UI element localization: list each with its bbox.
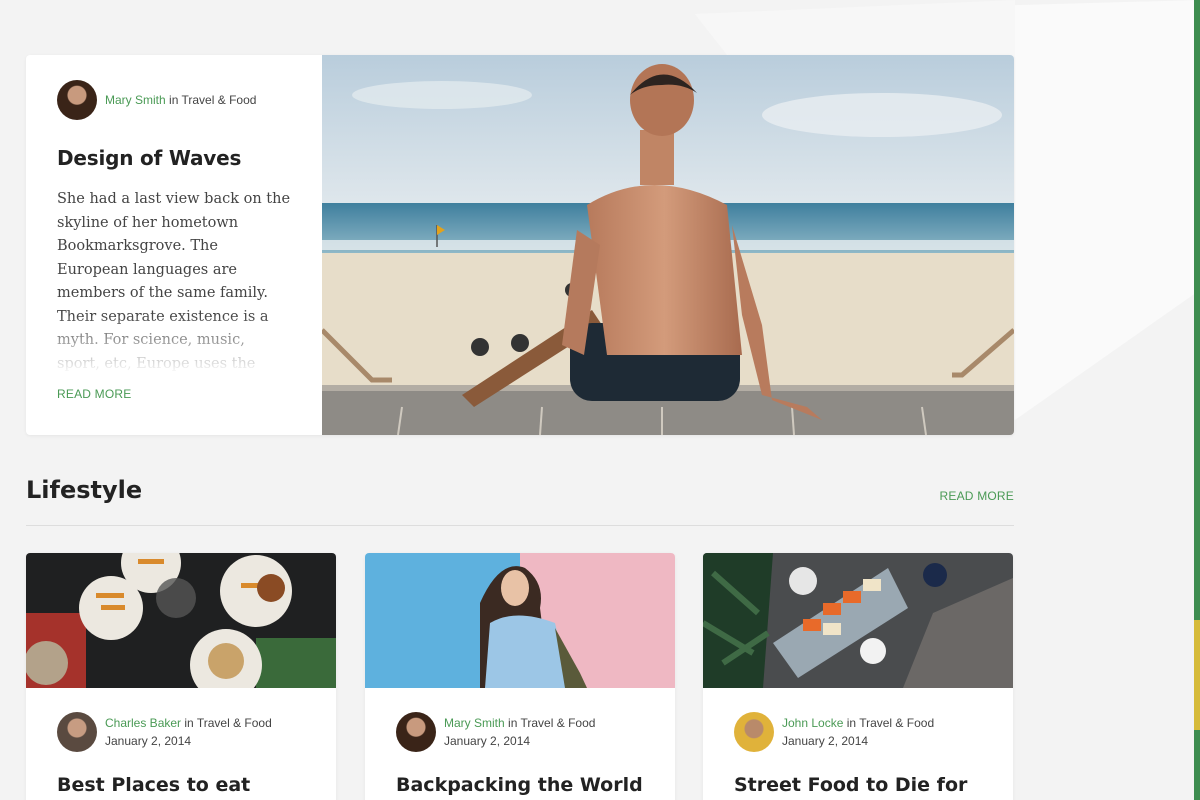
featured-read-more-link[interactable]: READ MORE bbox=[57, 387, 131, 401]
meta-in-text: in bbox=[846, 716, 857, 730]
post-card[interactable]: John Locke in Travel & Food January 2, 2… bbox=[703, 553, 1013, 800]
beach-photo bbox=[322, 55, 1014, 435]
avatar[interactable] bbox=[396, 712, 436, 752]
post-card[interactable]: Mary Smith in Travel & Food January 2, 2… bbox=[365, 553, 675, 800]
post-meta: Mary Smith in Travel & Food January 2, 2… bbox=[396, 712, 645, 752]
section-title: Lifestyle bbox=[26, 476, 143, 504]
post-date: January 2, 2014 bbox=[105, 734, 192, 748]
featured-post-image[interactable] bbox=[322, 55, 1014, 435]
featured-post-text: Mary Smith in Travel & Food Design of Wa… bbox=[26, 55, 322, 435]
category-link[interactable]: Travel & Food bbox=[521, 716, 596, 730]
category-link[interactable]: Travel & Food bbox=[859, 716, 934, 730]
meta-in-text: in bbox=[508, 716, 518, 730]
post-meta: John Locke in Travel & Food January 2, 2… bbox=[734, 712, 983, 752]
author-link[interactable]: Mary Smith bbox=[105, 93, 166, 107]
avatar[interactable] bbox=[734, 712, 774, 752]
category-link[interactable]: Travel & Food bbox=[197, 716, 272, 730]
post-date: January 2, 2014 bbox=[782, 734, 869, 748]
post-card-image[interactable] bbox=[365, 553, 675, 688]
category-link[interactable]: Travel & Food bbox=[182, 93, 257, 107]
featured-post-excerpt: She had a last view back on the skyline … bbox=[57, 188, 292, 374]
post-card-image[interactable] bbox=[26, 553, 336, 688]
post-card-title[interactable]: Street Food to Die for in bbox=[734, 772, 983, 800]
post-card-title[interactable]: Backpacking the World bbox=[396, 772, 645, 798]
post-meta: Mary Smith in Travel & Food bbox=[57, 80, 292, 120]
section-read-more-link[interactable]: READ MORE bbox=[940, 489, 1014, 503]
post-meta: Charles Baker in Travel & Food January 2… bbox=[57, 712, 306, 752]
avatar[interactable] bbox=[57, 80, 97, 120]
meta-in-text: in bbox=[184, 716, 194, 730]
featured-post-card[interactable]: Mary Smith in Travel & Food Design of Wa… bbox=[26, 55, 1014, 435]
author-link[interactable]: Mary Smith bbox=[444, 716, 505, 730]
post-card[interactable]: Charles Baker in Travel & Food January 2… bbox=[26, 553, 336, 800]
section-header-lifestyle: Lifestyle READ MORE bbox=[26, 472, 1014, 526]
avatar[interactable] bbox=[57, 712, 97, 752]
meta-in-text: in bbox=[169, 93, 179, 107]
post-card-grid: Charles Baker in Travel & Food January 2… bbox=[26, 553, 1014, 800]
author-link[interactable]: John Locke bbox=[782, 716, 843, 730]
post-card-image[interactable] bbox=[703, 553, 1013, 688]
featured-post-title[interactable]: Design of Waves bbox=[57, 146, 292, 170]
post-card-title[interactable]: Best Places to eat when bbox=[57, 772, 306, 800]
author-link[interactable]: Charles Baker bbox=[105, 716, 181, 730]
post-date: January 2, 2014 bbox=[444, 734, 531, 748]
edge-strip-yellow bbox=[1194, 620, 1200, 730]
